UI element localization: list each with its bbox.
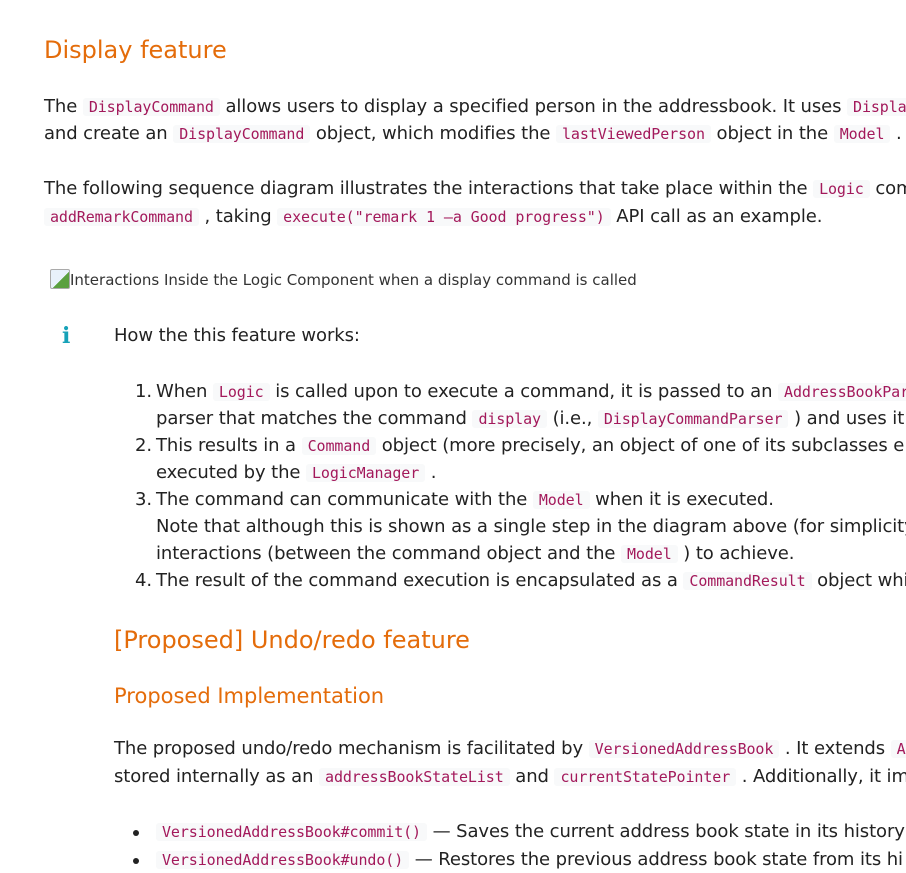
code-display: display <box>472 410 547 428</box>
text: and <box>509 766 555 787</box>
code-model: Model <box>621 545 678 563</box>
code-model: Model <box>833 125 891 143</box>
text: (i.e., <box>546 408 598 429</box>
code-address-book-parser: AddressBookPar <box>778 383 906 401</box>
list-item-1-line-1: 1. When Logic is called upon to execute a… <box>132 380 906 404</box>
list-item-2-line-1: 2. This results in a Command object (more… <box>132 434 906 458</box>
code-display-command-parser: DisplayCommandParser <box>597 410 789 428</box>
broken-diagram-image: Interactions Inside the Logic Component … <box>50 269 637 289</box>
section-heading-undo-redo: [Proposed] Undo/redo feature <box>114 626 470 654</box>
text: . <box>890 123 902 144</box>
text: object (more precisely, an object of one… <box>376 435 906 456</box>
text: API call as an example. <box>610 206 823 227</box>
text: parser that matches the command <box>156 408 473 429</box>
text: executed by the <box>156 462 306 483</box>
code-model: Model <box>532 491 590 509</box>
text: , taking <box>198 206 278 227</box>
code-last-viewed-person: lastViewedPerson <box>556 125 711 143</box>
code-display-parser: Displa <box>847 98 906 116</box>
list-number: 4. <box>135 570 152 591</box>
undo-paragraph-line-1: The proposed undo/redo mechanism is faci… <box>114 737 906 761</box>
code-add-remark-command: addRemarkCommand <box>44 208 199 226</box>
display-paragraph-line-2: and create an DisplayCommand object, whi… <box>44 122 902 146</box>
text: The proposed undo/redo mechanism is faci… <box>114 738 589 759</box>
code-address-book-state-list: addressBookStateList <box>319 768 510 786</box>
bullet-item-commit: VersionedAddressBook#commit() — Saves th… <box>156 820 905 844</box>
text: comp <box>875 178 906 199</box>
list-item-3-line-2: Note that although this is shown as a si… <box>156 516 906 537</box>
bullet-marker <box>133 830 139 836</box>
code-logic: Logic <box>212 383 270 401</box>
code-command: Command <box>301 437 377 455</box>
list-number: 3. <box>135 489 152 510</box>
text: object, which modifies the <box>310 123 556 144</box>
text: . <box>425 462 437 483</box>
info-icon: i <box>62 323 71 349</box>
code-command-result: CommandResult <box>683 572 812 590</box>
code-display-command: DisplayCommand <box>82 98 220 116</box>
text: . It extends <box>779 738 891 759</box>
list-number: 1. <box>135 381 152 402</box>
text: object in the <box>710 123 834 144</box>
code-undo-method: VersionedAddressBook#undo() <box>156 851 410 869</box>
text: . Additionally, it im <box>736 766 906 787</box>
text: The following sequence diagram illustrat… <box>44 178 814 199</box>
text: when it is executed. <box>589 489 774 510</box>
text: and create an <box>44 123 174 144</box>
sequence-paragraph-line-1: The following sequence diagram illustrat… <box>44 177 906 201</box>
section-heading-display: Display feature <box>44 36 227 64</box>
code-current-state-pointer: currentStatePointer <box>554 768 737 786</box>
code-display-command: DisplayCommand <box>173 125 311 143</box>
text: allows users to display a specified pers… <box>219 96 848 117</box>
list-number: 2. <box>135 435 152 456</box>
code-versioned-address-book: VersionedAddressBook <box>588 740 780 758</box>
list-item-3-line-1: 3. The command can communicate with the M… <box>132 488 774 512</box>
text: ) to achieve. <box>677 543 795 564</box>
text: This results in a <box>156 435 302 456</box>
text: is called upon to execute a command, it … <box>269 381 779 402</box>
info-title: How the this feature works: <box>114 325 360 346</box>
code-address-book: Ad <box>890 740 906 758</box>
display-paragraph-line-1: The DisplayCommand allows users to displ… <box>44 95 906 119</box>
text: stored internally as an <box>114 766 320 787</box>
undo-paragraph-line-2: stored internally as an addressBookState… <box>114 765 906 789</box>
text: ) and uses it <box>788 408 905 429</box>
text: When <box>156 381 213 402</box>
text: The command can communicate with the <box>156 489 533 510</box>
broken-image-icon <box>50 269 70 289</box>
code-execute-call: execute("remark 1 –a Good progress") <box>277 208 611 226</box>
list-item-1-line-2: parser that matches the command display … <box>156 407 904 431</box>
subheading-proposed-implementation: Proposed Implementation <box>114 684 385 708</box>
bullet-marker <box>133 858 139 864</box>
text: The result of the command execution is e… <box>156 570 684 591</box>
code-logic: Logic <box>813 180 870 198</box>
text: — Saves the current address book state i… <box>427 821 905 842</box>
code-commit-method: VersionedAddressBook#commit() <box>156 823 427 841</box>
text: object whic <box>817 570 906 591</box>
text: — Restores the previous address book sta… <box>409 849 903 870</box>
list-item-3-line-3: interactions (between the command object… <box>156 542 794 566</box>
code-logic-manager: LogicManager <box>305 464 426 482</box>
bullet-item-undo: VersionedAddressBook#undo() — Restores t… <box>156 848 903 872</box>
list-item-2-line-2: executed by the LogicManager . <box>156 461 437 485</box>
image-alt-text: Interactions Inside the Logic Component … <box>70 271 637 289</box>
list-item-4-line-1: 4. The result of the command execution is… <box>132 569 906 593</box>
sequence-paragraph-line-2: addRemarkCommand , taking execute("remar… <box>44 205 822 229</box>
text: interactions (between the command object… <box>156 543 621 564</box>
text: The <box>44 96 83 117</box>
